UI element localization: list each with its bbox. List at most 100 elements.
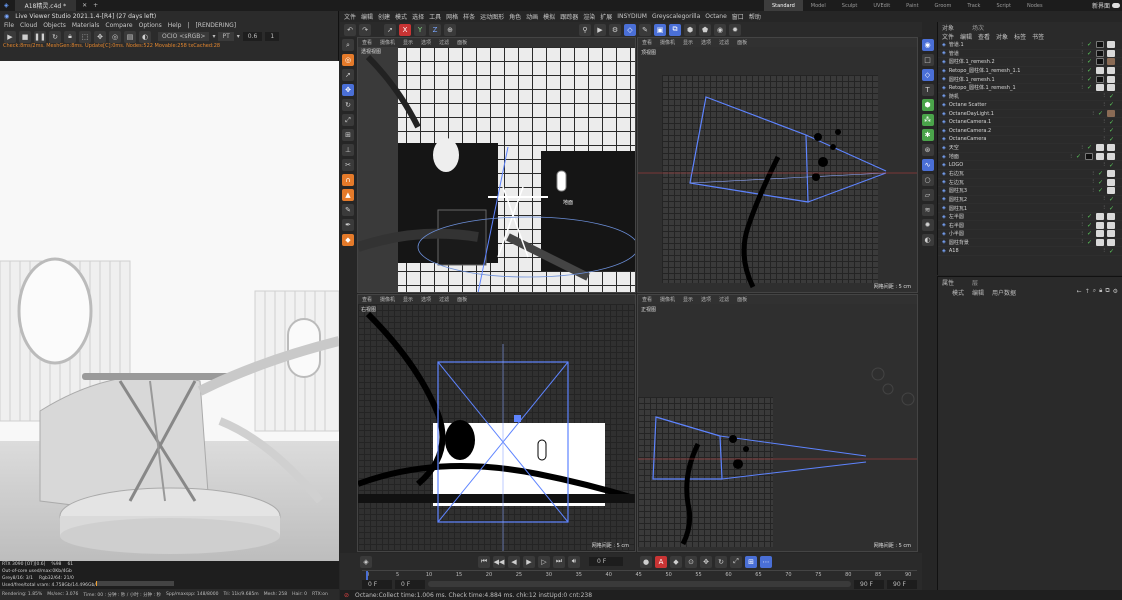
layout-tab-model[interactable]: Model — [803, 3, 834, 9]
material-tag-icon[interactable] — [1107, 110, 1115, 118]
enabled-check-icon[interactable]: ✓ — [1086, 230, 1093, 237]
menu-item-11[interactable]: 模拟 — [543, 12, 555, 21]
layout-tab-sculpt[interactable]: Sculpt — [834, 3, 866, 9]
live-viewer-menu-item[interactable]: [RENDERING] — [195, 22, 236, 29]
object-row[interactable]: ◈ 管道 ⁝ ✓ — [938, 49, 1122, 59]
menu-item-18[interactable]: 窗口 — [732, 12, 744, 21]
render-settings-icon[interactable]: ⚙ — [609, 23, 621, 36]
square-icon[interactable]: □ — [921, 54, 934, 66]
menu-item-6[interactable]: 网格 — [446, 12, 458, 21]
object-row[interactable]: ◈ 圆柱瓦3 ⁝ ✓ — [938, 187, 1122, 196]
viewport-menu-item[interactable]: 选项 — [421, 296, 431, 303]
object-manager-menu-item[interactable]: 对象 — [996, 32, 1008, 41]
visibility-dots-icon[interactable]: ⁝ — [1103, 162, 1105, 168]
material-tag-icon[interactable] — [1096, 58, 1104, 66]
end-frame-field-2[interactable]: 90 F — [887, 579, 917, 589]
keyframe-icon[interactable]: ◆ — [670, 555, 682, 568]
menu-item-17[interactable]: Octane — [705, 13, 727, 20]
floor-icon[interactable]: ▱ — [921, 189, 934, 201]
layout-tab-nodes[interactable]: Nodes — [1019, 3, 1051, 9]
back-icon[interactable]: ← — [1077, 288, 1082, 295]
key-position-icon[interactable]: ✥ — [700, 555, 712, 568]
scene-icon[interactable]: ⬟ — [699, 23, 711, 36]
interface-toggle[interactable] — [1112, 3, 1120, 8]
menu-item-7[interactable]: 样条 — [463, 12, 475, 21]
chevron-down-icon[interactable]: ▾ — [237, 33, 240, 40]
timeline-ruler[interactable]: 051015202530354045505560657075808590 — [362, 570, 917, 580]
material-tag-icon[interactable] — [1096, 144, 1104, 152]
save-icon[interactable]: ▤ — [124, 30, 136, 43]
light-icon[interactable]: ✹ — [921, 219, 934, 231]
cloner-icon[interactable]: ⧉ — [669, 23, 681, 36]
light-icon[interactable]: ✹ — [729, 23, 741, 36]
lock-icon[interactable]: 🔒︎ — [64, 30, 76, 43]
object-manager-menu-item[interactable]: 标签 — [1014, 32, 1026, 41]
visibility-dots-icon[interactable]: ⁝ — [1070, 154, 1072, 160]
enabled-check-icon[interactable]: ✓ — [1108, 248, 1115, 255]
object-row[interactable]: ◈ A18 ⁝ ✓ — [938, 247, 1122, 256]
object-row[interactable]: ◈ 地面 ⁝ ✓ — [938, 153, 1122, 162]
axis-x-button[interactable]: X — [399, 23, 411, 36]
visibility-dots-icon[interactable]: ⁝ — [1103, 136, 1105, 142]
enabled-check-icon[interactable]: ✓ — [1097, 187, 1104, 194]
material-tag-icon[interactable] — [1096, 153, 1104, 161]
menu-item-8[interactable]: 运动图形 — [480, 12, 504, 21]
material-tag-icon[interactable] — [1107, 41, 1115, 49]
autokey-icon[interactable]: A — [655, 555, 667, 568]
clay-icon[interactable]: ◐ — [139, 30, 151, 43]
object-row[interactable]: ◈ Retopo_圆柱体.1_remesh_1.1 ⁝ ✓ — [938, 67, 1122, 76]
viewport-menu-item[interactable]: 显示 — [683, 39, 693, 46]
viewport-perspective[interactable]: 查看 摄像机 显示 选项 过滤 面板 透视视图 地面 — [357, 37, 636, 293]
new-window-icon[interactable]: ⧉ — [1105, 287, 1109, 295]
viewport-menu-item[interactable]: 查看 — [642, 296, 652, 303]
viewport-menu-item[interactable]: 选项 — [701, 39, 711, 46]
enabled-check-icon[interactable]: ✓ — [1086, 41, 1093, 48]
live-viewer-menu-item[interactable]: Materials — [72, 22, 100, 29]
menu-item-16[interactable]: Greyscalegorilla — [652, 13, 700, 20]
material-tag-icon[interactable] — [1107, 144, 1115, 152]
object-row[interactable]: ◈ OctaneDayLight.1 ⁝ ✓ — [938, 110, 1122, 119]
visibility-dots-icon[interactable]: ⁝ — [1081, 68, 1083, 74]
object-manager-menu-item[interactable]: 查看 — [978, 32, 990, 41]
visibility-dots-icon[interactable]: ⁝ — [1081, 145, 1083, 151]
ocio-select[interactable]: OCIO <sRGB> — [158, 32, 210, 41]
enabled-check-icon[interactable]: ✓ — [1086, 144, 1093, 151]
render-icon[interactable]: ▶ — [4, 30, 16, 43]
visibility-dots-icon[interactable]: ⁝ — [1092, 179, 1094, 185]
refresh-icon[interactable]: ↻ — [49, 30, 61, 43]
transform-icon[interactable]: ⊞ — [342, 129, 354, 141]
attribute-menu-item[interactable]: 模式 — [952, 288, 964, 297]
material-tag-icon[interactable] — [1096, 67, 1104, 75]
region-icon[interactable]: ⬚ — [79, 30, 91, 43]
viewport-menu-item[interactable]: 显示 — [683, 296, 693, 303]
pick-icon[interactable]: ✥ — [94, 30, 106, 43]
start-frame-field-2[interactable]: 0 F — [395, 579, 425, 589]
viewport-menu-item[interactable]: 查看 — [362, 39, 372, 46]
live-viewer-menu-item[interactable]: Options — [139, 22, 162, 29]
live-select-icon[interactable]: ◎ — [342, 54, 354, 66]
enabled-check-icon[interactable]: ✓ — [1086, 58, 1093, 65]
material-tag-icon[interactable] — [1096, 84, 1104, 92]
cube-icon[interactable]: ◇ — [921, 69, 934, 81]
viewport-menu-item[interactable]: 选项 — [701, 296, 711, 303]
menu-item-4[interactable]: 选择 — [412, 12, 424, 21]
viewport-front[interactable]: 查看 摄像机 显示 选项 过滤 面板 正视图 网格间距 : 5 cm — [637, 294, 918, 552]
close-tab-icon[interactable]: ✕ — [82, 2, 87, 9]
attribute-menu-item[interactable]: 用户数据 — [992, 288, 1016, 297]
menu-item-12[interactable]: 跟踪器 — [560, 12, 578, 21]
visibility-dots-icon[interactable]: ⁝ — [1103, 119, 1105, 125]
enabled-check-icon[interactable]: ✓ — [1108, 93, 1115, 100]
viewport-menu-item[interactable]: 面板 — [457, 296, 467, 303]
object-manager-menu-item[interactable]: 文件 — [942, 32, 954, 41]
enabled-check-icon[interactable]: ✓ — [1108, 101, 1115, 108]
visibility-dots-icon[interactable]: ⁝ — [1103, 205, 1105, 211]
object-row[interactable]: ◈ 圆柱背景 ⁝ ✓ — [938, 238, 1122, 248]
viewport-menu-item[interactable]: 查看 — [362, 296, 372, 303]
enabled-check-icon[interactable]: ✓ — [1108, 205, 1115, 212]
visibility-dots-icon[interactable]: ⁝ — [1092, 188, 1094, 194]
visibility-dots-icon[interactable]: ⁝ — [1081, 222, 1083, 228]
menu-item-9[interactable]: 角色 — [509, 12, 521, 21]
enabled-check-icon[interactable]: ✓ — [1086, 84, 1093, 91]
live-viewer-menu-item[interactable]: Cloud — [20, 22, 37, 29]
menu-item-5[interactable]: 工具 — [429, 12, 441, 21]
